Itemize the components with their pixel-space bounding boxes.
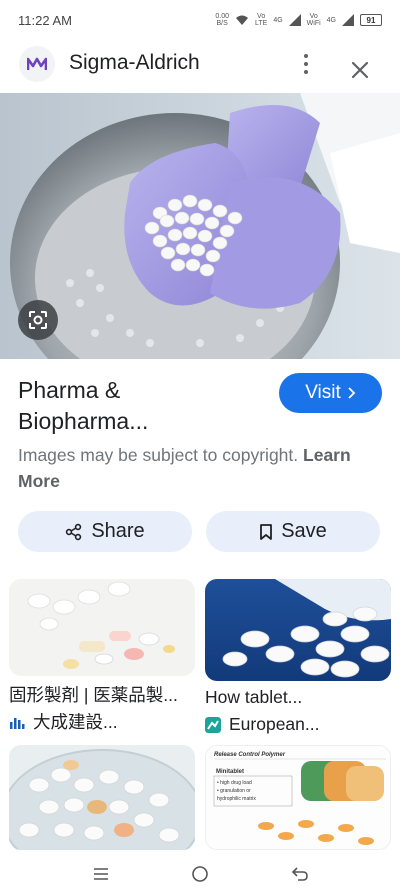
related-card[interactable]: Release Control Polymer Minitablet • hig…	[205, 745, 391, 850]
signal-icon-2	[342, 14, 354, 26]
visit-label: Visit	[305, 382, 341, 403]
related-card[interactable]: How tablet... European...	[205, 579, 391, 739]
save-label: Save	[281, 520, 327, 542]
lens-icon[interactable]	[18, 300, 58, 340]
back-icon[interactable]	[288, 862, 312, 886]
status-time: 11:22 AM	[18, 12, 72, 28]
vowifi-label: Vo WiFi	[306, 13, 321, 27]
more-vert-icon[interactable]	[296, 48, 316, 80]
save-button[interactable]: Save	[206, 511, 380, 552]
system-nav-bar	[0, 852, 400, 895]
close-icon[interactable]	[346, 56, 374, 84]
related-thumbnail	[9, 745, 195, 850]
recents-icon[interactable]	[89, 862, 113, 886]
related-card[interactable]	[9, 745, 195, 850]
related-source-name: European...	[229, 714, 320, 734]
network-4g-label: 4G	[273, 16, 283, 24]
doc-bullet: • granulation or	[217, 788, 251, 794]
sigma-aldrich-logo-icon	[27, 57, 47, 70]
related-source-name: 大成建設...	[33, 712, 118, 732]
volte-label: Vo LTE	[254, 13, 268, 27]
doc-bullet: • high drug load	[217, 780, 252, 786]
doc-subtitle: Minitablet	[216, 769, 244, 775]
copyright-text: Images may be subject to copyright.	[18, 445, 299, 465]
related-thumbnail	[205, 579, 391, 681]
visit-button[interactable]: Visit	[279, 373, 382, 413]
share-label: Share	[91, 520, 145, 542]
related-source: 大成建設...	[9, 709, 118, 734]
network-4g-label-2: 4G	[326, 16, 336, 24]
status-bar: 11:22 AM 0.00 B/S Vo LTE 4G Vo WiFi 4G 9…	[0, 0, 400, 40]
site-name[interactable]: Sigma-Aldrich	[69, 51, 200, 75]
bookmark-icon	[260, 523, 273, 540]
home-icon[interactable]	[188, 862, 212, 886]
signal-icon	[288, 14, 301, 26]
doc-title: Release Control Polymer	[214, 752, 286, 758]
share-button[interactable]: Share	[18, 511, 192, 552]
result-title[interactable]: Pharma & Biopharma...	[18, 375, 268, 437]
related-card[interactable]: 固形製剤 | 医薬品製... 大成建設...	[9, 579, 195, 739]
data-rate: 0.00 B/S	[215, 13, 229, 27]
pharma-tablets-photo	[0, 93, 400, 359]
related-source: European...	[205, 714, 319, 735]
battery-icon: 91	[360, 14, 382, 26]
source-header: Sigma-Aldrich	[0, 42, 400, 88]
related-title: 固形製剤 | 医薬品製...	[9, 685, 178, 705]
related-title: How tablet...	[205, 687, 303, 707]
result-title-line1: Pharma &	[18, 377, 121, 403]
related-thumbnail	[9, 579, 195, 676]
related-thumbnail: Release Control Polymer Minitablet • hig…	[205, 745, 391, 850]
wifi-icon	[235, 15, 248, 25]
european-favicon-icon	[205, 716, 221, 733]
chevron-right-icon	[348, 387, 356, 399]
main-image[interactable]	[0, 93, 400, 359]
taisei-favicon-icon	[10, 717, 25, 729]
share-icon	[66, 523, 82, 540]
doc-bullet: hydrophilic matrix	[217, 796, 256, 802]
site-logo	[19, 46, 55, 82]
result-title-line2: Biopharma...	[18, 408, 149, 434]
copyright-notice: Images may be subject to copyright. Lear…	[18, 442, 384, 494]
status-icons: 0.00 B/S Vo LTE 4G Vo WiFi 4G 91	[215, 13, 382, 27]
